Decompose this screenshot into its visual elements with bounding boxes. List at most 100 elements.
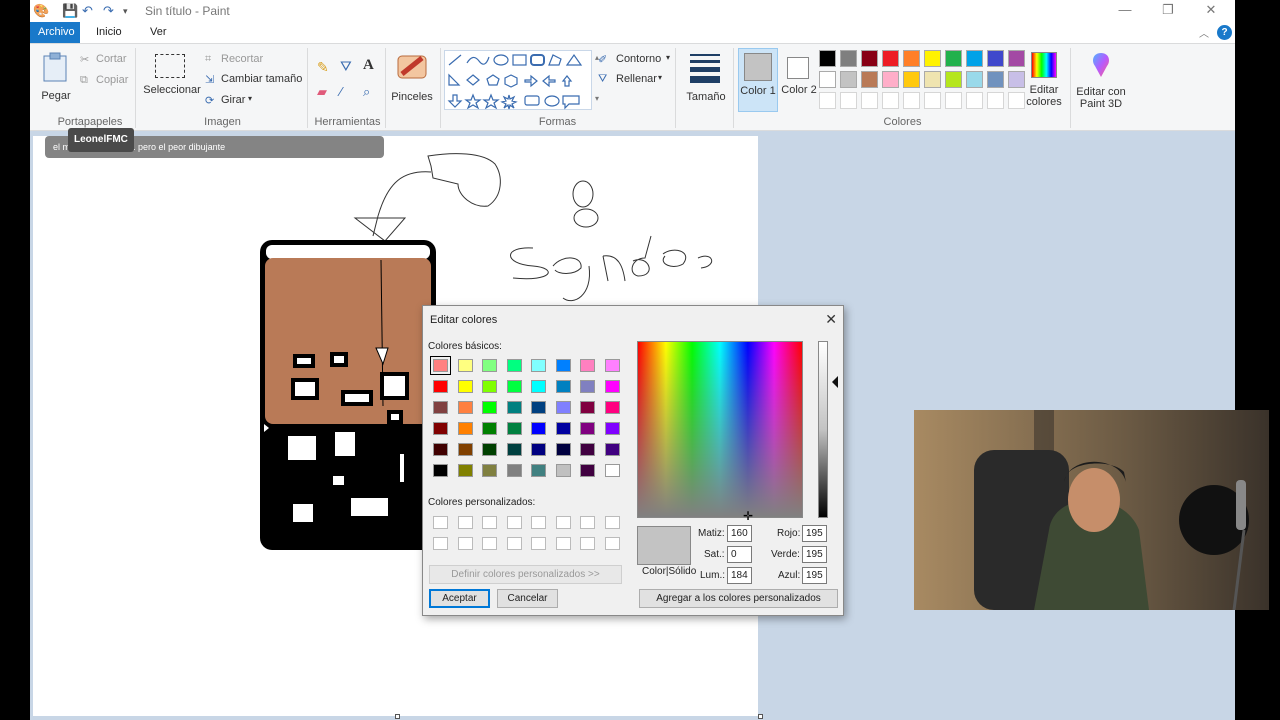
basic-color-swatch[interactable]: [531, 380, 546, 393]
basic-color-swatch[interactable]: [433, 380, 448, 393]
collapse-ribbon-icon[interactable]: ︿: [1199, 25, 1209, 40]
basic-color-swatch[interactable]: [555, 380, 571, 393]
define-custom-colors-button[interactable]: Definir colores personalizados >>: [429, 565, 622, 584]
select-button[interactable]: Seleccionar: [142, 50, 202, 110]
basic-color-swatch[interactable]: [555, 464, 571, 477]
tab-ver[interactable]: Ver: [142, 22, 175, 43]
resize-handle-corner[interactable]: [758, 714, 763, 719]
undo-icon[interactable]: ↶: [82, 3, 93, 19]
basic-color-swatch[interactable]: [457, 380, 473, 393]
basic-color-swatch[interactable]: [457, 401, 473, 414]
custom-color-swatch[interactable]: [531, 537, 546, 550]
rotate-button[interactable]: Girar: [221, 94, 245, 106]
eraser-icon[interactable]: ▰: [317, 84, 327, 100]
resize-handle-bottom[interactable]: [395, 714, 400, 719]
basic-color-swatch[interactable]: [430, 356, 451, 375]
basic-color-swatch[interactable]: [506, 359, 522, 372]
basic-color-swatch[interactable]: [604, 422, 620, 435]
size-button[interactable]: Tamaño: [680, 50, 730, 110]
palette-swatch[interactable]: [987, 71, 1004, 88]
paint3d-button[interactable]: Editar con Paint 3D: [1074, 48, 1128, 112]
palette-empty-swatch[interactable]: [861, 92, 878, 109]
add-custom-colors-button[interactable]: Agregar a los colores personalizados: [639, 589, 838, 608]
basic-color-swatch[interactable]: [457, 443, 473, 456]
custom-color-swatch[interactable]: [457, 516, 473, 529]
basic-color-swatch[interactable]: [482, 359, 497, 372]
hue-input[interactable]: 160: [727, 525, 752, 542]
palette-empty-swatch[interactable]: [819, 92, 836, 109]
color2-button[interactable]: Color 2: [780, 48, 818, 112]
basic-color-swatch[interactable]: [555, 359, 571, 372]
basic-color-swatch[interactable]: [580, 443, 595, 456]
custom-color-swatch[interactable]: [604, 516, 620, 529]
basic-color-swatch[interactable]: [580, 401, 595, 414]
palette-swatch[interactable]: [840, 71, 857, 88]
palette-swatch[interactable]: [903, 50, 920, 67]
basic-color-swatch[interactable]: [433, 401, 448, 414]
palette-empty-swatch[interactable]: [903, 92, 920, 109]
edit-colors-button[interactable]: Editar colores: [1025, 48, 1065, 112]
copy-button[interactable]: Copiar: [96, 74, 128, 86]
fill-button[interactable]: Rellenar: [616, 73, 657, 85]
basic-color-swatch[interactable]: [457, 464, 473, 477]
restore-button[interactable]: ❐: [1148, 2, 1188, 18]
basic-color-swatch[interactable]: [604, 464, 620, 477]
basic-color-swatch[interactable]: [506, 464, 522, 477]
color-spectrum[interactable]: [637, 341, 803, 518]
basic-color-swatch[interactable]: [604, 401, 620, 414]
basic-color-swatch[interactable]: [531, 464, 546, 477]
basic-color-swatch[interactable]: [482, 443, 497, 456]
palette-swatch[interactable]: [861, 50, 878, 67]
basic-color-swatch[interactable]: [580, 380, 595, 393]
paste-button[interactable]: Pegar: [38, 50, 74, 110]
custom-color-swatch[interactable]: [506, 516, 522, 529]
palette-swatch[interactable]: [840, 50, 857, 67]
palette-swatch[interactable]: [903, 71, 920, 88]
basic-color-swatch[interactable]: [482, 422, 497, 435]
basic-color-swatch[interactable]: [604, 359, 620, 372]
basic-color-swatch[interactable]: [506, 380, 522, 393]
basic-color-swatch[interactable]: [580, 359, 595, 372]
palette-swatch[interactable]: [1008, 50, 1025, 67]
palette-empty-swatch[interactable]: [840, 92, 857, 109]
basic-color-swatch[interactable]: [604, 380, 620, 393]
basic-color-swatch[interactable]: [555, 422, 571, 435]
brushes-button[interactable]: Pinceles: [390, 50, 434, 110]
custom-color-swatch[interactable]: [457, 537, 473, 550]
custom-color-swatch[interactable]: [580, 516, 595, 529]
custom-color-swatch[interactable]: [506, 537, 522, 550]
palette-empty-swatch[interactable]: [966, 92, 983, 109]
palette-swatch[interactable]: [924, 71, 941, 88]
palette-empty-swatch[interactable]: [924, 92, 941, 109]
cut-button[interactable]: Cortar: [96, 53, 127, 65]
palette-swatch[interactable]: [966, 50, 983, 67]
basic-color-swatch[interactable]: [482, 464, 497, 477]
ok-button[interactable]: Aceptar: [429, 589, 490, 608]
palette-empty-swatch[interactable]: [882, 92, 899, 109]
basic-color-swatch[interactable]: [531, 401, 546, 414]
fill-dropdown-icon[interactable]: ▾: [658, 73, 662, 82]
shapes-more-icon[interactable]: ▾: [595, 94, 599, 103]
palette-swatch[interactable]: [882, 71, 899, 88]
green-input[interactable]: 195: [802, 546, 827, 563]
custom-color-swatch[interactable]: [433, 516, 448, 529]
sat-input[interactable]: 0: [727, 546, 752, 563]
custom-color-swatch[interactable]: [604, 537, 620, 550]
palette-swatch[interactable]: [924, 50, 941, 67]
basic-color-swatch[interactable]: [433, 443, 448, 456]
cancel-button[interactable]: Cancelar: [497, 589, 558, 608]
palette-swatch[interactable]: [882, 50, 899, 67]
custom-color-swatch[interactable]: [482, 516, 497, 529]
color-picker-icon[interactable]: ⁄: [340, 84, 342, 99]
palette-swatch[interactable]: [861, 71, 878, 88]
text-tool-icon[interactable]: A: [363, 57, 374, 74]
save-icon[interactable]: 💾: [62, 3, 78, 19]
custom-color-swatch[interactable]: [555, 516, 571, 529]
outline-button[interactable]: Contorno: [616, 53, 661, 65]
basic-color-swatch[interactable]: [506, 443, 522, 456]
custom-color-swatch[interactable]: [433, 537, 448, 550]
custom-color-swatch[interactable]: [482, 537, 497, 550]
lum-input[interactable]: 184: [727, 567, 752, 584]
custom-color-swatch[interactable]: [531, 516, 546, 529]
fill-bucket-icon[interactable]: ⛛: [340, 58, 352, 75]
